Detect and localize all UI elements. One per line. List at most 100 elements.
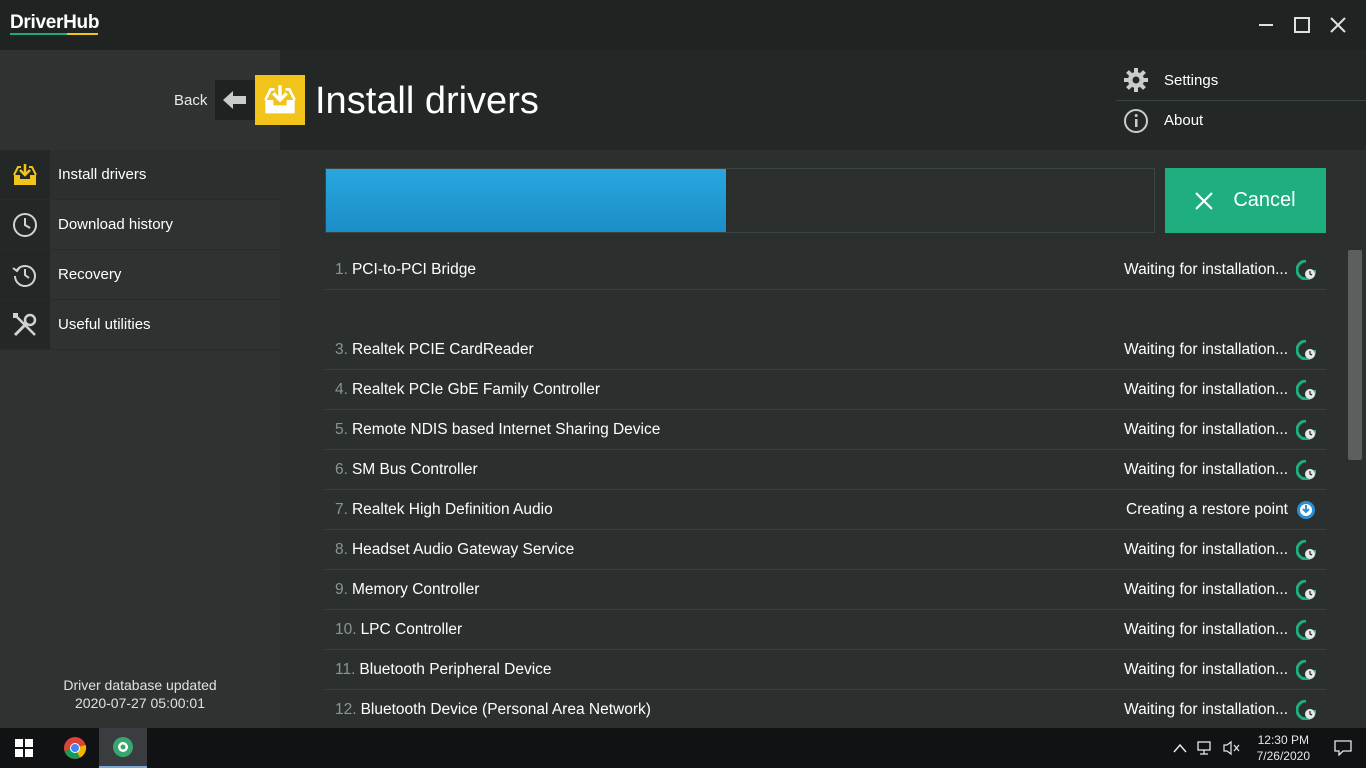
driver-status: Waiting for installation... [1124, 540, 1288, 558]
waiting-icon [1296, 619, 1316, 640]
minimize-button[interactable] [1251, 10, 1281, 40]
page-title: Install drivers [315, 80, 539, 122]
sidebar-item-label: Useful utilities [58, 316, 151, 333]
sidebar-nav: Install drivers Download history Recover… [0, 150, 280, 350]
table-row: 8. Headset Audio Gateway Service Waiting f… [325, 530, 1326, 570]
table-row: 3. Realtek PCIE CardReader Waiting for ins… [325, 330, 1326, 370]
driver-status: Waiting for installation... [1124, 620, 1288, 638]
network-icon[interactable] [1196, 740, 1215, 756]
row-number: 11. [335, 660, 356, 678]
db-info-label: Driver database updated [63, 677, 217, 693]
driver-status: Waiting for installation... [1124, 340, 1288, 358]
notification-icon [1334, 740, 1352, 756]
maximize-icon [1294, 17, 1310, 33]
clock-date: 7/26/2020 [1256, 749, 1310, 763]
table-row: 1. PCI-to-PCI Bridge Waiting for installat… [325, 250, 1326, 290]
waiting-icon [1296, 419, 1316, 440]
driver-name: Headset Audio Gateway Service [351, 540, 575, 558]
driver-name: Realtek High Definition Audio [351, 500, 553, 518]
install-progress-bar [325, 168, 1155, 233]
taskbar-chrome[interactable] [51, 728, 99, 768]
sidebar-header: Back [0, 50, 280, 150]
database-update-info: Driver database updated 2020-07-27 05:00… [0, 676, 280, 712]
install-icon [264, 85, 296, 114]
driver-name: Bluetooth Device (Personal Area Network) [360, 700, 651, 718]
sidebar-item-download-history[interactable]: Download history [0, 200, 280, 250]
driver-status: Waiting for installation... [1124, 660, 1288, 678]
sidebar-item-recovery[interactable]: Recovery [0, 250, 280, 300]
taskbar: 12:30 PM 7/26/2020 [0, 728, 1366, 768]
header-menu: Settings About [1116, 60, 1366, 140]
taskbar-driverhub[interactable] [99, 728, 147, 768]
start-button[interactable] [0, 728, 48, 768]
driver-name: Remote NDIS based Internet Sharing Devic… [351, 420, 661, 438]
driver-name: PCI-to-PCI Bridge [351, 260, 476, 278]
table-row: 11. Bluetooth Peripheral Device Waiting fo… [325, 650, 1326, 690]
table-row: 6. SM Bus Controller Waiting for installat… [325, 450, 1326, 490]
driverhub-icon [113, 737, 133, 757]
db-info-timestamp: 2020-07-27 05:00:01 [75, 695, 205, 711]
chevron-up-icon[interactable] [1173, 743, 1187, 753]
waiting-icon [1296, 379, 1316, 400]
sidebar-item-label: Install drivers [58, 166, 147, 183]
taskbar-clock[interactable]: 12:30 PM 7/26/2020 [1257, 732, 1310, 764]
install-icon [13, 163, 37, 185]
driver-status: Waiting for installation... [1124, 580, 1288, 598]
waiting-icon [1296, 459, 1316, 480]
page-header: Install drivers Settings About [255, 50, 1366, 150]
row-number: 8. [335, 540, 348, 558]
cancel-button[interactable]: Cancel [1165, 168, 1326, 233]
driver-name: Realtek PCIe GbE Family Controller [351, 380, 601, 398]
table-row: 7. Realtek High Definition Audio Creating … [325, 490, 1326, 530]
table-row: 4. Realtek PCIe GbE Family Controller Wait… [325, 370, 1326, 410]
sidebar-item-install-drivers[interactable]: Install drivers [0, 150, 280, 200]
volume-muted-icon[interactable] [1223, 740, 1241, 756]
row-number: 10. [335, 620, 357, 638]
driver-name: Memory Controller [351, 580, 480, 598]
sidebar-item-useful-utilities[interactable]: Useful utilities [0, 300, 280, 350]
logo-underline [10, 33, 98, 35]
table-row: 5. Remote NDIS based Internet Sharing Dev… [325, 410, 1326, 450]
windows-icon [15, 739, 33, 757]
driver-status: Waiting for installation... [1124, 260, 1288, 278]
notifications-button[interactable] [1320, 728, 1366, 768]
table-row [325, 290, 1326, 330]
waiting-icon [1296, 339, 1316, 360]
driver-list: 1. PCI-to-PCI Bridge Waiting for installat… [325, 250, 1326, 730]
table-row: 10. LPC Controller Waiting for installatio… [325, 610, 1326, 650]
back-label[interactable]: Back [174, 92, 207, 109]
row-number: 5. [335, 420, 348, 438]
waiting-icon [1296, 579, 1316, 600]
close-icon [1195, 191, 1214, 210]
driver-name: LPC Controller [360, 620, 463, 638]
driver-status: Waiting for installation... [1124, 420, 1288, 438]
about-label: About [1164, 112, 1204, 129]
row-number: 3. [335, 340, 348, 358]
clock-time: 12:30 PM [1257, 733, 1309, 747]
settings-label: Settings [1164, 71, 1219, 89]
row-number: 4. [335, 380, 348, 398]
row-number: 1. [335, 260, 348, 278]
driver-status: Waiting for installation... [1124, 460, 1288, 478]
sidebar: Back Install drivers Download history Re… [0, 50, 280, 728]
table-row: 12. Bluetooth Device (Personal Area Netwo… [325, 690, 1326, 730]
driver-name: Realtek PCIE CardReader [351, 340, 534, 358]
close-button[interactable] [1323, 10, 1353, 40]
row-number: 6. [335, 460, 348, 478]
waiting-icon [1296, 539, 1316, 560]
driver-status: Waiting for installation... [1124, 380, 1288, 398]
driver-name: SM Bus Controller [351, 460, 478, 478]
close-icon [1330, 17, 1346, 33]
maximize-button[interactable] [1287, 10, 1317, 40]
sidebar-item-label: Recovery [58, 266, 122, 283]
back-button[interactable] [215, 80, 255, 120]
row-number: 7. [335, 500, 348, 518]
scrollbar[interactable] [1348, 250, 1362, 460]
progress-fill [326, 169, 726, 232]
settings-link[interactable]: Settings [1116, 60, 1366, 100]
cancel-label: Cancel [1233, 189, 1296, 211]
about-link[interactable]: About [1116, 100, 1366, 140]
minimize-icon [1259, 24, 1273, 26]
restore-point-icon [1297, 500, 1315, 519]
driver-status: Creating a restore point [1126, 500, 1288, 518]
